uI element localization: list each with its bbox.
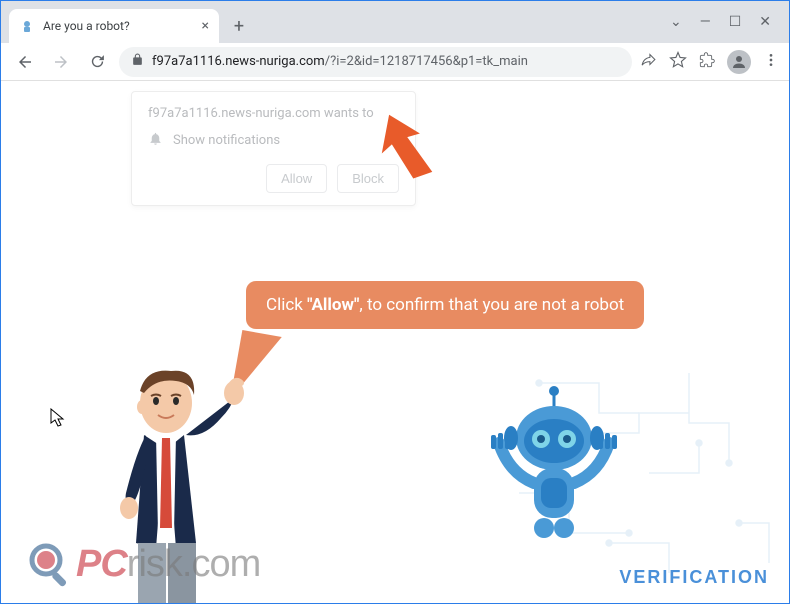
browser-window: Are you a robot? × + ⌄ — ☐ ✕ f97a7a1116.…	[0, 0, 790, 604]
bookmark-icon[interactable]	[669, 51, 687, 73]
caret-down-icon[interactable]: ⌄	[670, 14, 682, 30]
profile-avatar[interactable]	[727, 50, 751, 74]
lock-icon	[131, 53, 144, 70]
robot-illustration	[479, 383, 629, 553]
bell-icon	[148, 131, 163, 150]
forward-button	[47, 48, 75, 76]
window-controls: ⌄ — ☐ ✕	[670, 14, 789, 30]
url-text: f97a7a1116.news-nuriga.com/?i=2&id=12187…	[152, 54, 620, 69]
allow-button[interactable]: Allow	[266, 164, 327, 193]
notification-action-text: Show notifications	[173, 133, 280, 148]
pointer-arrow-illustration	[371, 111, 441, 191]
extensions-icon[interactable]	[699, 52, 715, 72]
minimize-icon[interactable]: —	[700, 14, 711, 30]
new-tab-button[interactable]: +	[225, 12, 253, 40]
close-icon[interactable]: ✕	[759, 14, 771, 30]
tab-favicon	[19, 18, 35, 34]
share-icon[interactable]	[640, 51, 657, 72]
menu-icon[interactable]	[763, 52, 779, 72]
watermark-text: PCrisk.com	[76, 543, 260, 586]
toolbar: f97a7a1116.news-nuriga.com/?i=2&id=12187…	[1, 43, 789, 81]
tab-close-icon[interactable]: ×	[202, 18, 209, 34]
speech-bubble: Click "Allow", to confirm that you are n…	[246, 281, 644, 329]
tab-title: Are you a robot?	[43, 19, 194, 33]
mouse-cursor-icon	[50, 408, 66, 432]
page-viewport: f97a7a1116.news-nuriga.com wants to Show…	[1, 81, 789, 603]
notification-origin-text: f97a7a1116.news-nuriga.com wants to	[148, 106, 399, 121]
browser-tab[interactable]: Are you a robot? ×	[9, 9, 219, 43]
titlebar: Are you a robot? × + ⌄ — ☐ ✕	[1, 1, 789, 43]
maximize-icon[interactable]: ☐	[729, 14, 742, 30]
address-bar[interactable]: f97a7a1116.news-nuriga.com/?i=2&id=12187…	[119, 47, 632, 77]
watermark: PCrisk.com	[26, 540, 260, 588]
magnifier-icon	[26, 540, 74, 588]
verification-label: VERIFICATION	[619, 567, 769, 588]
reload-button[interactable]	[83, 48, 111, 76]
back-button[interactable]	[11, 48, 39, 76]
